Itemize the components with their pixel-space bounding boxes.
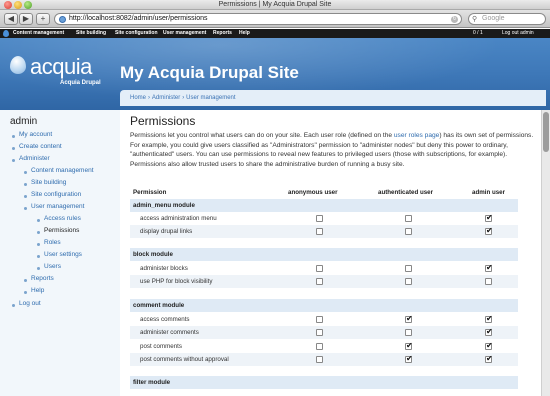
page-scrollbar[interactable]: [541, 110, 550, 396]
site-name[interactable]: My Acquia Drupal Site: [120, 63, 299, 83]
module-row: admin_menu module: [130, 199, 518, 212]
permission-checkbox[interactable]: [485, 226, 493, 235]
table-row: display drupal links: [130, 225, 518, 238]
sidebar-item-log-out[interactable]: Log out: [19, 300, 41, 307]
sidebar-item-roles[interactable]: Roles: [44, 239, 61, 246]
admin-menu-site-building[interactable]: Site building: [76, 30, 106, 36]
column-header-permission: Permission: [133, 189, 167, 196]
module-row: comment module: [130, 299, 518, 312]
permission-checkbox[interactable]: [405, 354, 413, 363]
sidebar: admin My account Create content Administ…: [0, 110, 120, 396]
page-description: Permissions let you control what users c…: [130, 132, 534, 168]
logout-link[interactable]: Log out admin: [502, 30, 534, 36]
module-row: filter module: [130, 376, 518, 389]
search-icon: ⚲: [472, 16, 478, 23]
globe-icon: [59, 16, 66, 23]
url-text[interactable]: http://localhost:8082/admin/user/permiss…: [69, 15, 208, 22]
table-row: administer blocks: [130, 262, 518, 275]
sidebar-item-create-content[interactable]: Create content: [19, 143, 62, 150]
scrollbar-thumb[interactable]: [543, 112, 549, 152]
column-header-anonymous: anonymous user: [288, 189, 338, 196]
add-bookmark-button[interactable]: +: [36, 13, 50, 25]
sidebar-item-content-management[interactable]: Content management: [31, 167, 94, 174]
table-row: post comments without approval: [130, 353, 518, 366]
breadcrumb-user-management[interactable]: User management: [186, 95, 235, 101]
permission-checkbox[interactable]: [485, 278, 492, 285]
sidebar-item-access-rules[interactable]: Access rules: [44, 215, 81, 222]
window-titlebar: Permissions | My Acquia Drupal Site: [0, 0, 550, 10]
back-arrow-icon: ◀: [7, 14, 15, 23]
table-row: administer comments: [130, 326, 518, 339]
sidebar-item-site-building[interactable]: Site building: [31, 179, 66, 186]
admin-menu-content-management[interactable]: Content management: [13, 30, 64, 36]
table-row: access comments: [130, 313, 518, 326]
search-field[interactable]: ⚲ Google: [468, 13, 546, 25]
sidebar-item-users[interactable]: Users: [44, 263, 61, 270]
permission-checkbox[interactable]: [405, 215, 412, 222]
permission-checkbox[interactable]: [485, 327, 493, 336]
browser-toolbar: ◀ ▶ + http://localhost:8082/admin/user/p…: [0, 10, 550, 28]
admin-menu-bar: Content management Site building Site co…: [0, 29, 550, 38]
permission-checkbox[interactable]: [316, 215, 323, 222]
permission-checkbox[interactable]: [405, 329, 412, 336]
page-title: Permissions: [130, 114, 196, 128]
permission-checkbox[interactable]: [316, 329, 323, 336]
permission-checkbox[interactable]: [485, 314, 493, 323]
sidebar-item-administer[interactable]: Administer: [19, 155, 50, 162]
sidebar-title: admin: [10, 116, 38, 127]
breadcrumb-home[interactable]: Home: [130, 95, 146, 101]
search-placeholder: Google: [482, 15, 505, 22]
breadcrumb: Home › Administer › User management: [120, 90, 546, 106]
column-header-authenticated: authenticated user: [378, 189, 434, 196]
permission-checkbox[interactable]: [405, 314, 413, 323]
table-row: use PHP for block visibility: [130, 275, 518, 288]
permission-checkbox[interactable]: [405, 228, 412, 235]
user-count: 0 / 1: [473, 30, 483, 36]
sidebar-item-help[interactable]: Help: [31, 287, 44, 294]
permission-checkbox[interactable]: [485, 341, 493, 350]
address-bar[interactable]: http://localhost:8082/admin/user/permiss…: [54, 13, 462, 25]
forward-button[interactable]: ▶: [19, 13, 33, 25]
user-roles-link[interactable]: user roles page: [394, 132, 439, 139]
admin-menu-user-management[interactable]: User management: [163, 30, 206, 36]
sidebar-item-user-management[interactable]: User management: [31, 203, 84, 210]
forward-arrow-icon: ▶: [22, 14, 30, 23]
permission-checkbox[interactable]: [485, 354, 493, 363]
drupal-icon[interactable]: [3, 30, 9, 37]
column-header-admin: admin user: [472, 189, 506, 196]
permission-checkbox[interactable]: [405, 278, 412, 285]
table-row: access administration menu: [130, 212, 518, 225]
permission-checkbox[interactable]: [405, 265, 412, 272]
permission-checkbox[interactable]: [316, 343, 323, 350]
sidebar-item-my-account[interactable]: My account: [19, 131, 52, 138]
permission-checkbox[interactable]: [405, 341, 413, 350]
module-row: block module: [130, 248, 518, 261]
permission-checkbox[interactable]: [316, 356, 323, 363]
table-header: Permission anonymous user authenticated …: [130, 186, 518, 199]
permission-checkbox[interactable]: [485, 263, 493, 272]
window-title: Permissions | My Acquia Drupal Site: [218, 1, 332, 8]
reload-icon[interactable]: ↻: [451, 16, 458, 23]
table-row: post comments: [130, 340, 518, 353]
permission-checkbox[interactable]: [316, 316, 323, 323]
acquia-drop-icon: [10, 56, 26, 74]
permission-checkbox[interactable]: [316, 228, 323, 235]
permission-checkbox[interactable]: [316, 265, 323, 272]
admin-menu-help[interactable]: Help: [239, 30, 250, 36]
admin-menu-reports[interactable]: Reports: [213, 30, 232, 36]
sidebar-item-reports[interactable]: Reports: [31, 275, 54, 282]
sidebar-item-user-settings[interactable]: User settings: [44, 251, 82, 258]
breadcrumb-administer[interactable]: Administer: [152, 95, 180, 101]
admin-menu-site-configuration[interactable]: Site configuration: [115, 30, 158, 36]
back-button[interactable]: ◀: [4, 13, 18, 25]
permission-checkbox[interactable]: [316, 278, 323, 285]
sidebar-item-site-configuration[interactable]: Site configuration: [31, 191, 81, 198]
acquia-logo[interactable]: acquia Acquia Drupal: [8, 54, 108, 98]
sidebar-item-permissions[interactable]: Permissions: [44, 227, 79, 234]
permission-checkbox[interactable]: [485, 213, 493, 222]
